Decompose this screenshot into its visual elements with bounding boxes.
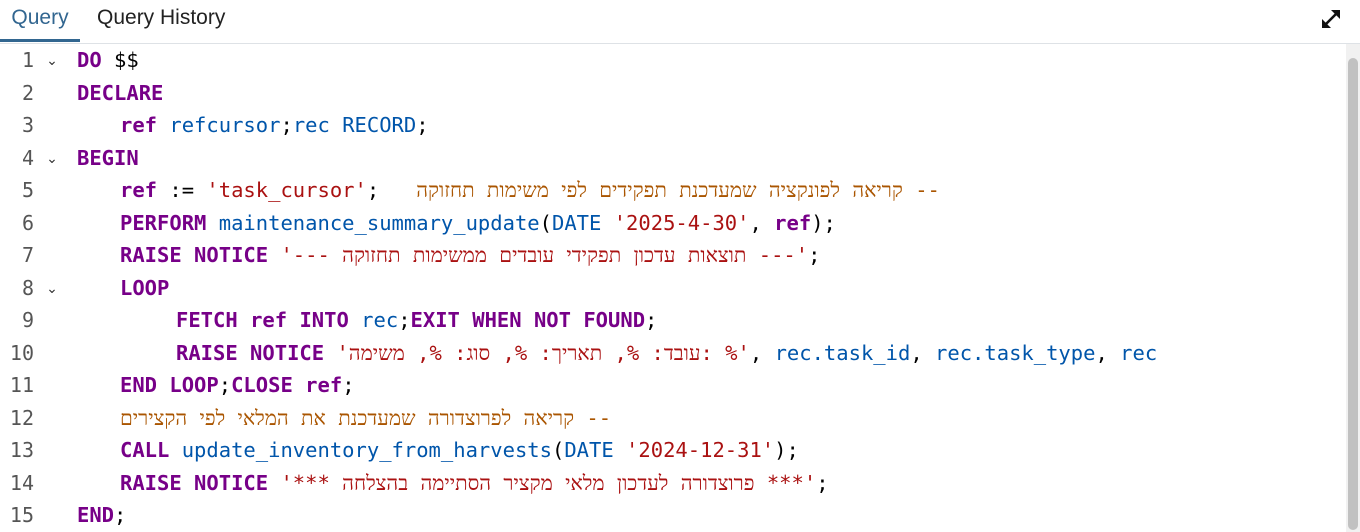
line-number: 5 bbox=[21, 178, 34, 202]
line-number: 15 bbox=[9, 503, 34, 527]
editor-tabbar: Query Query History bbox=[0, 0, 1360, 44]
tab-query[interactable]: Query bbox=[0, 0, 80, 42]
line-number: 3 bbox=[21, 113, 34, 137]
code-editor[interactable]: 1 2 3 4 5 6 7 8 9 10 11 12 13 14 15 ⌄ ⌄ … bbox=[0, 44, 1346, 532]
fold-chevron-down-icon[interactable]: ⌄ bbox=[44, 272, 60, 305]
expand-icon[interactable] bbox=[1318, 6, 1344, 32]
code-line-5: ref := 'task_cursor'; -- קריאה לפונקציה … bbox=[120, 178, 940, 202]
line-number: 6 bbox=[21, 210, 34, 235]
code-line-4: BEGIN bbox=[77, 145, 139, 170]
line-number: 7 bbox=[21, 243, 34, 267]
line-number: 2 bbox=[21, 80, 34, 105]
code-line-6: PERFORM maintenance_summary_update(DATE … bbox=[120, 210, 836, 235]
code-line-1: DO $$ bbox=[77, 48, 139, 72]
code-line-3: ref refcursor;rec RECORD; bbox=[120, 113, 429, 137]
line-number: 4 bbox=[21, 145, 34, 170]
line-gutter: 1 2 3 4 5 6 7 8 9 10 11 12 13 14 15 ⌄ ⌄ … bbox=[0, 44, 70, 532]
line-number: 13 bbox=[9, 438, 34, 462]
code-line-10: RAISE NOTICE 'עובד: %, תאריך: %, סוג: %,… bbox=[176, 340, 1158, 365]
line-number: 10 bbox=[9, 340, 34, 365]
line-number: 12 bbox=[9, 405, 34, 430]
code-line-13: CALL update_inventory_from_harvests(DATE… bbox=[120, 438, 799, 462]
vertical-scrollbar[interactable] bbox=[1346, 44, 1360, 532]
line-number: 1 bbox=[21, 48, 34, 72]
code-line-11: END LOOP;CLOSE ref; bbox=[120, 373, 355, 397]
line-number: 14 bbox=[9, 470, 34, 495]
code-line-8: LOOP bbox=[120, 275, 170, 300]
line-number: 11 bbox=[9, 373, 34, 397]
fold-chevron-down-icon[interactable]: ⌄ bbox=[44, 142, 60, 175]
scrollbar-thumb[interactable] bbox=[1348, 58, 1358, 530]
fold-chevron-down-icon[interactable]: ⌄ bbox=[44, 44, 60, 77]
line-number: 9 bbox=[21, 308, 34, 332]
code-line-15: END; bbox=[77, 503, 127, 527]
code-line-9: FETCH ref INTO rec;EXIT WHEN NOT FOUND; bbox=[176, 308, 658, 332]
tab-query-history[interactable]: Query History bbox=[97, 0, 225, 42]
code-line-7: RAISE NOTICE '--- תוצאות עדכון תפקידי עו… bbox=[120, 243, 821, 267]
code-line-14: RAISE NOTICE '*** פרוצדורה לעדכון מלאי מ… bbox=[120, 470, 829, 495]
code-line-12: -- קריאה לפרוצדורה שמעדכנת את המלאי לפי … bbox=[120, 405, 612, 430]
line-number: 8 bbox=[21, 275, 34, 300]
code-line-2: DECLARE bbox=[77, 80, 164, 105]
